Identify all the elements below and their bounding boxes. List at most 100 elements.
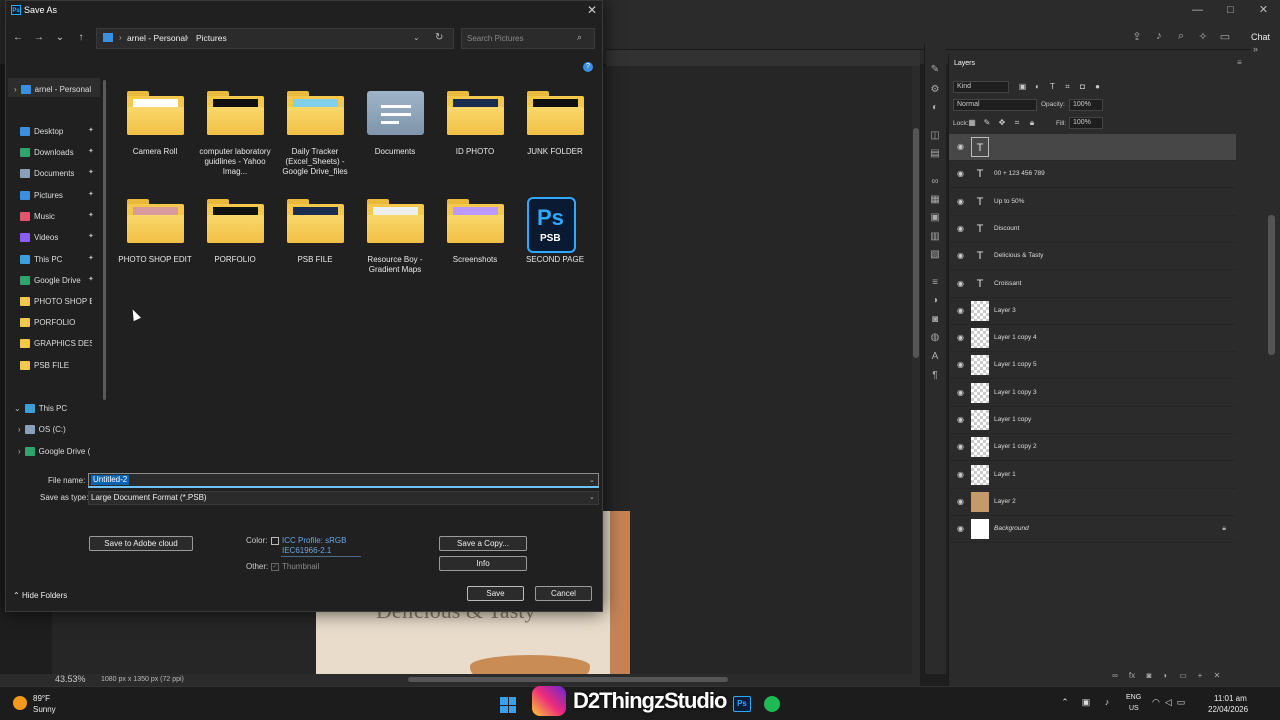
adjust-icon[interactable]: ⚙ <box>929 84 941 96</box>
photoshop-taskbar-icon[interactable]: Ps <box>733 696 751 712</box>
chevron-right-icon[interactable]: › <box>186 33 189 42</box>
back-icon[interactable]: ← <box>12 31 24 45</box>
fill-input[interactable]: 100% <box>1069 117 1103 129</box>
layer-name[interactable]: Delicious & Tasty <box>994 252 1043 259</box>
layer-name[interactable]: Layer 1 copy 2 <box>994 443 1037 450</box>
layer-row[interactable]: ◉ Layer 3 <box>949 298 1236 325</box>
layer-name[interactable]: Discount <box>994 225 1019 232</box>
group-icon[interactable]: ▭ <box>1178 671 1188 681</box>
nav-item[interactable]: Pictures <box>20 186 63 204</box>
workspace-icon[interactable]: ▭ <box>1218 30 1232 44</box>
link-icon[interactable]: ∞ <box>1110 671 1120 681</box>
save-to-adobe-cloud-button[interactable]: Save to Adobe cloud <box>89 536 193 551</box>
file-item[interactable]: Resource Boy - Gradient Maps <box>355 199 435 299</box>
lock-icon[interactable]: 🔒︎ <box>1222 525 1226 533</box>
nav-item[interactable]: Desktop <box>20 122 63 140</box>
layers-tab[interactable]: Layers <box>954 60 975 67</box>
dialog-close-icon[interactable]: ✕ <box>587 3 597 17</box>
file-item[interactable]: ID PHOTO <box>435 91 515 191</box>
zoom-level[interactable]: 43.53% <box>55 674 86 684</box>
recent-dropdown-icon[interactable]: ⌄ <box>54 31 66 45</box>
file-item[interactable]: Documents <box>355 91 435 191</box>
file-item[interactable]: Camera Roll <box>115 91 195 191</box>
language[interactable]: ENG <box>1126 694 1141 701</box>
layer-row[interactable]: ◉ Layer 1 copy 4 <box>949 325 1236 353</box>
color-icon[interactable]: ◐ <box>929 102 941 114</box>
mask-add-icon[interactable]: ◙ <box>1144 671 1154 681</box>
pin-icon[interactable]: ✦ <box>88 211 94 219</box>
chevron-down-icon[interactable]: ⌄ <box>589 476 595 484</box>
filter-toggle-icon[interactable]: ● <box>1092 81 1103 92</box>
chevron-right-icon[interactable]: › <box>18 425 21 434</box>
layer-row[interactable]: ◉ T Croissant <box>949 271 1236 298</box>
save-type-value[interactable]: Large Document Format (*.PSB) <box>91 493 207 502</box>
lock-all-icon[interactable]: 🔒︎ <box>1027 118 1037 128</box>
layer-name[interactable]: Layer 1 copy 3 <box>994 389 1037 396</box>
eye-icon[interactable]: ◉ <box>955 251 966 262</box>
layer-row[interactable]: ◉ T Discount <box>949 216 1236 243</box>
layers-scroll-thumb[interactable] <box>1268 215 1275 355</box>
up-icon[interactable]: ↑ <box>75 31 87 45</box>
share-icon[interactable]: ⇪ <box>1130 30 1144 44</box>
eye-icon[interactable]: ◉ <box>955 415 966 426</box>
eye-icon[interactable]: ◉ <box>955 306 966 317</box>
blend-mode-select[interactable]: Normal <box>953 99 1037 111</box>
nav-item[interactable]: › arnel - Personal <box>14 80 91 98</box>
shape-filter-icon[interactable]: ⌗ <box>1062 81 1073 92</box>
layer-row[interactable]: ◉ Layer 2 <box>949 489 1236 516</box>
layer-row[interactable]: ◉ Layer 1 copy <box>949 407 1236 434</box>
search-icon[interactable]: ⌕ <box>1174 30 1188 44</box>
nav-item[interactable]: PHOTO SHOP EI <box>20 292 92 310</box>
adjustment-icon[interactable]: ◑ <box>929 295 941 307</box>
file-item[interactable]: JUNK FOLDER <box>515 91 595 191</box>
layer-row[interactable]: ◉ T Delicious & Tasty <box>949 243 1236 271</box>
pin-icon[interactable]: ✦ <box>88 147 94 155</box>
layer-row[interactable]: ◉ T <box>949 134 1236 161</box>
pattern-icon[interactable]: ▧ <box>929 249 941 261</box>
volume-icon[interactable]: ◁ <box>1165 697 1172 708</box>
weather-temp[interactable]: 89°F <box>33 694 50 703</box>
layers-scrollbar[interactable] <box>1266 54 1280 686</box>
pin-icon[interactable]: ✦ <box>88 190 94 198</box>
icc-profile-label[interactable]: ICC Profile: sRGB <box>282 536 346 545</box>
sun-icon[interactable] <box>13 696 27 710</box>
adjustment-filter-icon[interactable]: ◐ <box>1032 81 1043 92</box>
layer-row[interactable]: ◉ T 00 + 123 456 789 <box>949 161 1236 189</box>
pin-icon[interactable]: ✦ <box>88 126 94 134</box>
character-icon[interactable]: A <box>929 351 941 363</box>
eye-icon[interactable]: ◉ <box>955 388 966 399</box>
microphone-icon[interactable]: ♪ <box>1100 697 1114 711</box>
fx-icon[interactable]: fx <box>1127 671 1137 681</box>
forward-icon[interactable]: → <box>33 31 45 45</box>
layer-row[interactable]: ◉ Layer 1 copy 5 <box>949 352 1236 380</box>
grid-icon[interactable]: ▦ <box>929 194 941 206</box>
tray-app-icon[interactable]: ▣ <box>1079 697 1093 711</box>
layer-row[interactable]: ◉ T Up to 50% <box>949 189 1236 216</box>
layer-name[interactable]: Layer 2 <box>994 498 1016 505</box>
table-icon[interactable]: ▥ <box>929 231 941 243</box>
layer-name[interactable]: Croissant <box>994 280 1021 287</box>
cancel-button[interactable]: Cancel <box>535 586 592 601</box>
image-filter-icon[interactable]: ▣ <box>1017 81 1028 92</box>
windows-start-icon[interactable] <box>500 697 516 713</box>
layer-name[interactable]: Layer 3 <box>994 307 1016 314</box>
maximize-button[interactable]: □ <box>1214 0 1247 22</box>
weather-desc[interactable]: Sunny <box>33 705 56 714</box>
eye-icon[interactable]: ◉ <box>955 142 966 153</box>
panel-collapse-icon[interactable]: » <box>1253 44 1258 54</box>
layer-row[interactable]: ◉ Layer 1 <box>949 462 1236 489</box>
breadcrumb-folder[interactable]: Pictures <box>196 33 227 43</box>
file-name-input[interactable] <box>88 473 599 488</box>
minimize-button[interactable]: — <box>1181 0 1214 22</box>
layer-row[interactable]: ◉ Layer 1 copy 3 <box>949 380 1236 407</box>
panel-menu-icon[interactable]: ≡ <box>1237 58 1242 67</box>
wifi-icon[interactable]: ◠ <box>1152 697 1160 708</box>
nav-scrollbar[interactable] <box>103 80 106 400</box>
nav-item[interactable]: ⌄ This PC <box>14 399 67 417</box>
file-item[interactable]: PORFOLIO <box>195 199 275 299</box>
brush-icon[interactable]: ✎ <box>929 64 941 76</box>
chevron-down-icon[interactable]: ⌄ <box>589 493 595 501</box>
save-a-copy-button[interactable]: Save a Copy... <box>439 536 527 551</box>
refresh-icon[interactable]: ↻ <box>435 32 443 43</box>
lightbulb-icon[interactable]: ✧ <box>1196 30 1210 44</box>
